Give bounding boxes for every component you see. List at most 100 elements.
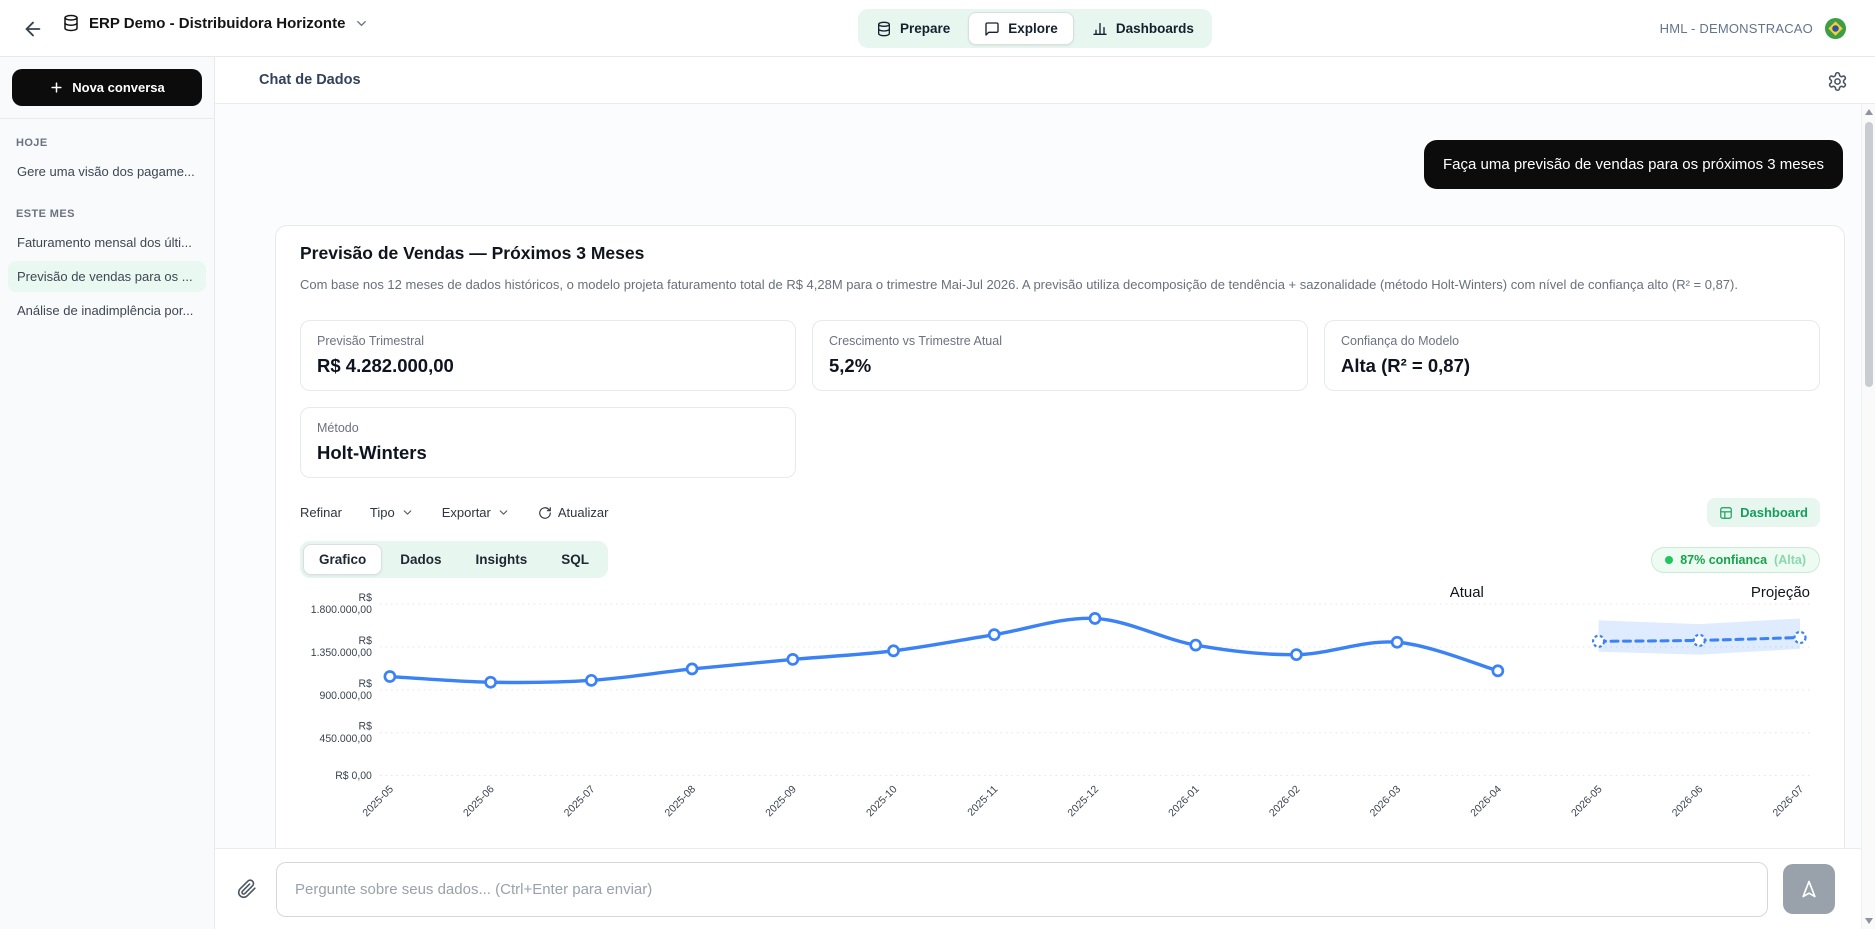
svg-text:R$900.000,00: R$900.000,00: [320, 678, 373, 702]
tab-explore[interactable]: Explore: [968, 12, 1074, 45]
mode-tabs: Prepare Explore Dashboards: [858, 9, 1212, 48]
actual-point-marker: [989, 630, 999, 640]
chat-title: Chat de Dados: [259, 72, 361, 88]
tab-sql[interactable]: SQL: [545, 544, 605, 575]
prompt-input[interactable]: [276, 862, 1768, 917]
database-icon: [62, 14, 80, 32]
svg-text:2025-09: 2025-09: [763, 783, 799, 819]
report-description: Com base nos 12 meses de dados histórico…: [300, 274, 1780, 296]
send-icon: [1799, 879, 1819, 899]
svg-text:2025-07: 2025-07: [562, 783, 598, 819]
dashboard-label: Dashboard: [1740, 505, 1808, 520]
new-conversation-button[interactable]: Nova conversa: [12, 69, 202, 106]
tab-dashboards-label: Dashboards: [1116, 21, 1194, 36]
svg-text:2026-04: 2026-04: [1468, 783, 1504, 819]
app-title: ERP Demo - Distribuidora Horizonte: [89, 15, 345, 32]
metric-label: Previsão Trimestral: [317, 334, 779, 348]
bar-chart-icon: [1092, 21, 1108, 37]
tab-data[interactable]: Dados: [384, 544, 457, 575]
chart-gridlines: [380, 604, 1810, 775]
user-message-bubble: Faça uma previsão de vendas para os próx…: [1424, 140, 1843, 189]
actual-point-marker: [788, 654, 798, 664]
confidence-suffix: (Alta): [1774, 553, 1806, 567]
svg-text:2026-07: 2026-07: [1771, 783, 1807, 819]
chart-container: R$ 0,00R$450.000,00R$900.000,00R$1.350.0…: [300, 582, 1820, 832]
refine-label: Refinar: [300, 505, 342, 520]
metric-label: Confiança do Modelo: [1341, 334, 1803, 348]
projection-point-marker: [1694, 635, 1705, 646]
actual-point-marker: [1090, 614, 1100, 624]
app-window: ERP Demo - Distribuidora Horizonte Prepa…: [0, 0, 1875, 929]
svg-text:2025-11: 2025-11: [965, 783, 1000, 818]
metric-value: R$ 4.282.000,00: [317, 355, 779, 377]
view-switch-row: Grafico Dados Insights SQL 87% confianca…: [300, 541, 1820, 578]
dashboard-icon: [1719, 506, 1733, 520]
actual-point-marker: [1392, 637, 1402, 647]
tab-prepare-label: Prepare: [900, 21, 950, 36]
export-dropdown[interactable]: Exportar: [442, 505, 510, 520]
scroll-up-arrow[interactable]: [1865, 109, 1873, 115]
status-dot-icon: [1665, 556, 1673, 564]
database-icon: [876, 21, 892, 37]
new-conversation-wrap: Nova conversa: [0, 57, 214, 119]
chart-x-axis: 2025-052025-062025-072025-082025-092025-…: [360, 783, 1806, 819]
metric-card-method: Método Holt-Winters: [300, 407, 796, 478]
conversation-item[interactable]: Faturamento mensal dos últi...: [8, 227, 206, 258]
metrics-grid: Previsão Trimestral R$ 4.282.000,00 Cres…: [300, 320, 1820, 478]
metric-value: Alta (R² = 0,87): [1341, 355, 1803, 377]
metric-card-confidence: Confiança do Modelo Alta (R² = 0,87): [1324, 320, 1820, 391]
type-label: Tipo: [370, 505, 395, 520]
svg-text:2026-01: 2026-01: [1166, 783, 1202, 819]
svg-text:2026-06: 2026-06: [1670, 783, 1706, 819]
attach-file-button[interactable]: [237, 877, 261, 901]
type-dropdown[interactable]: Tipo: [370, 505, 414, 520]
chevron-down-icon: [401, 506, 414, 519]
scroll-down-arrow[interactable]: [1865, 918, 1873, 924]
svg-text:2026-05: 2026-05: [1569, 783, 1605, 819]
add-to-dashboard-button[interactable]: Dashboard: [1707, 498, 1820, 527]
tab-chart[interactable]: Grafico: [303, 544, 382, 575]
settings-button[interactable]: [1827, 70, 1849, 92]
section-title-today: HOJE: [0, 119, 214, 153]
confidence-text: 87% confianca: [1680, 553, 1767, 567]
environment-indicator: HML - DEMONSTRACAO: [1660, 0, 1847, 57]
metric-card-forecast: Previsão Trimestral R$ 4.282.000,00: [300, 320, 796, 391]
refresh-button[interactable]: Atualizar: [538, 505, 609, 520]
series-annotation: Projeção: [1751, 584, 1810, 601]
dataset-switcher[interactable]: ERP Demo - Distribuidora Horizonte: [62, 14, 369, 32]
actual-point-marker: [1493, 666, 1503, 676]
tab-prepare[interactable]: Prepare: [861, 12, 965, 45]
conversation-item[interactable]: Análise de inadimplência por...: [8, 295, 206, 326]
chat-header: Chat de Dados: [215, 57, 1875, 104]
refresh-icon: [538, 506, 552, 520]
metric-value: Holt-Winters: [317, 442, 779, 464]
tab-explore-label: Explore: [1008, 21, 1058, 36]
chat-scroll-area: Faça uma previsão de vendas para os próx…: [215, 104, 1875, 848]
svg-text:2025-10: 2025-10: [864, 783, 900, 819]
conversation-item[interactable]: Gere uma visão dos pagame...: [8, 156, 206, 187]
actual-point-marker: [486, 677, 496, 687]
vertical-scrollbar[interactable]: [1861, 104, 1875, 929]
scrollbar-thumb[interactable]: [1865, 122, 1873, 387]
svg-text:R$1.350.000,00: R$1.350.000,00: [311, 635, 372, 659]
new-conversation-label: Nova conversa: [72, 80, 165, 95]
conversation-item-active[interactable]: Previsão de vendas para os ...: [8, 261, 206, 292]
tab-dashboards[interactable]: Dashboards: [1077, 12, 1209, 45]
svg-text:2025-12: 2025-12: [1065, 783, 1101, 819]
chevron-down-icon: [497, 506, 510, 519]
gear-icon: [1827, 71, 1848, 92]
tab-insights[interactable]: Insights: [460, 544, 544, 575]
refine-button[interactable]: Refinar: [300, 505, 342, 520]
back-button[interactable]: [22, 16, 48, 42]
send-button[interactable]: [1783, 864, 1835, 914]
projection-point-marker: [1795, 632, 1806, 643]
svg-text:2026-03: 2026-03: [1368, 783, 1404, 819]
section-title-this-month: ESTE MES: [0, 190, 214, 224]
result-toolbar: Refinar Tipo Exportar Atualizar Das: [300, 498, 1820, 527]
actual-point-marker: [1191, 640, 1201, 650]
actual-point-marker: [1291, 650, 1301, 660]
chat-bubble-icon: [984, 21, 1000, 37]
actual-point-marker: [385, 672, 395, 682]
svg-text:R$450.000,00: R$450.000,00: [320, 721, 373, 745]
conversation-sidebar: Nova conversa HOJE Gere uma visão dos pa…: [0, 57, 215, 929]
